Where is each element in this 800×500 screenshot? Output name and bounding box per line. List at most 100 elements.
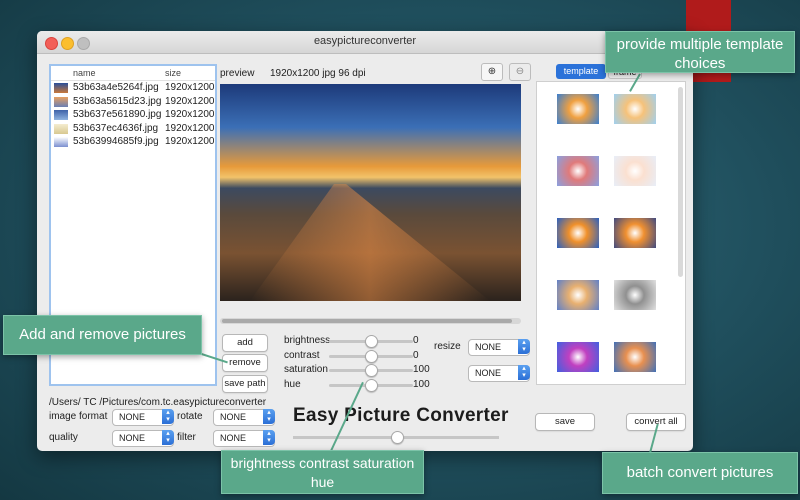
zoom-in-button[interactable]: ⊕ — [481, 63, 503, 81]
preview-label: preview — [220, 68, 255, 79]
template-thumbnail[interactable] — [557, 156, 599, 186]
contrast-label: contrast — [284, 350, 320, 361]
zoom-out-icon: ⊖ — [515, 66, 525, 77]
window-title: easypictureconverter — [313, 35, 417, 47]
slider-knob[interactable] — [365, 335, 378, 348]
app-title-text: Easy Picture Converter — [293, 405, 509, 426]
template-thumbnail[interactable] — [614, 218, 656, 248]
file-row[interactable]: 53b63a5615d23.jpg 1920x1200 — [51, 95, 215, 109]
slider-knob[interactable] — [365, 379, 378, 392]
contrast-slider[interactable] — [329, 349, 413, 363]
callout-adjust: brightness contrast saturation hue — [221, 450, 424, 494]
saturation-value: 100 — [413, 364, 430, 375]
file-row[interactable]: 53b637e561890.jpg 1920x1200 — [51, 108, 215, 122]
save-button[interactable]: save — [535, 413, 595, 431]
tab-template[interactable]: template — [556, 64, 606, 79]
callout-add-remove: Add and remove pictures — [3, 315, 202, 355]
add-button[interactable]: add — [222, 334, 268, 352]
file-row[interactable]: 53b637ec4636f.jpg 1920x1200 — [51, 122, 215, 136]
rotate-value: NONE — [220, 412, 247, 422]
dropdown-arrows-icon: ▴ ▾ — [162, 409, 174, 424]
image-format-label: image format — [49, 411, 108, 422]
filter-select[interactable]: NONE ▴ ▾ — [213, 430, 275, 447]
preview-scrollbar[interactable] — [220, 318, 521, 324]
remove-button[interactable]: remove — [222, 354, 268, 372]
preview-pier-shape — [250, 184, 490, 301]
template-scrollbar[interactable] — [678, 87, 683, 277]
template-thumbnail[interactable] — [557, 280, 599, 310]
hue-slider[interactable] — [329, 378, 413, 392]
template-thumbnail[interactable] — [614, 280, 656, 310]
callout-templates: provide multiple template choices — [605, 31, 795, 73]
filter-value: NONE — [220, 433, 247, 443]
image-thumbnail — [54, 137, 68, 147]
progress-knob[interactable] — [391, 431, 404, 444]
image-thumbnail — [54, 123, 68, 134]
file-name: 53b637ec4636f.jpg — [73, 122, 159, 134]
resize-mode-value: NONE — [475, 368, 502, 378]
file-row[interactable]: 53b63a4e5264f.jpg 1920x1200 — [51, 81, 215, 95]
zoom-out-button[interactable]: ⊖ — [509, 63, 531, 81]
file-row[interactable]: 53b63994685f9.jpg 1920x1200 — [51, 135, 215, 149]
quality-label: quality — [49, 432, 78, 443]
dropdown-arrows-icon: ▴ ▾ — [518, 365, 530, 380]
dropdown-arrows-icon: ▴ ▾ — [518, 339, 530, 354]
rotate-select[interactable]: NONE ▴ ▾ — [213, 409, 275, 426]
contrast-value: 0 — [413, 350, 419, 361]
file-size: 1920x1200 — [165, 82, 215, 93]
filter-label: filter — [177, 432, 196, 443]
saturation-slider[interactable] — [329, 363, 413, 377]
template-thumbnail[interactable] — [557, 94, 599, 124]
resize-select[interactable]: NONE ▴ ▾ — [468, 339, 530, 356]
file-name: 53b63a4e5264f.jpg — [73, 82, 159, 93]
file-size: 1920x1200 — [165, 109, 215, 120]
dropdown-arrows-icon: ▴ ▾ — [162, 430, 174, 445]
template-thumbnail[interactable] — [614, 94, 656, 124]
resize-value: NONE — [475, 342, 502, 352]
output-path: /Users/ TC /Pictures/com.tc.easypicturec… — [49, 397, 267, 408]
template-thumbnail[interactable] — [614, 342, 656, 372]
resize-label: resize — [434, 341, 461, 352]
hue-value: 100 — [413, 379, 430, 390]
image-format-value: NONE — [119, 412, 146, 422]
dropdown-arrows-icon: ▴ ▾ — [263, 409, 275, 424]
callout-batch: batch convert pictures — [602, 452, 798, 494]
save-path-button[interactable]: save path — [222, 375, 268, 393]
saturation-label: saturation — [284, 364, 328, 375]
rotate-label: rotate — [177, 411, 203, 422]
hue-label: hue — [284, 379, 301, 390]
image-thumbnail — [54, 83, 68, 93]
slider-knob[interactable] — [365, 364, 378, 377]
file-size: 1920x1200 — [165, 122, 215, 134]
brightness-value: 0 — [413, 335, 419, 346]
image-preview — [220, 84, 521, 301]
template-thumbnail[interactable] — [557, 218, 599, 248]
resize-mode-select[interactable]: NONE ▴ ▾ — [468, 365, 530, 382]
file-size: 1920x1200 — [165, 136, 215, 147]
brightness-label: brightness — [284, 335, 331, 346]
template-gallery[interactable] — [536, 81, 686, 385]
template-thumbnail[interactable] — [557, 342, 599, 372]
image-info: 1920x1200 jpg 96 dpi — [270, 68, 366, 79]
app-window: easypictureconverter name size 53b63a4e5… — [37, 31, 693, 451]
column-header-name[interactable]: name — [73, 68, 96, 78]
file-name: 53b637e561890.jpg — [73, 109, 162, 120]
image-format-select[interactable]: NONE ▴ ▾ — [112, 409, 174, 426]
image-thumbnail — [54, 96, 68, 107]
quality-select[interactable]: NONE ▴ ▾ — [112, 430, 174, 447]
title-bar: easypictureconverter — [37, 31, 693, 54]
slider-knob[interactable] — [365, 350, 378, 363]
quality-value: NONE — [119, 433, 146, 443]
progress-slider[interactable] — [293, 431, 499, 444]
dropdown-arrows-icon: ▴ ▾ — [263, 430, 275, 445]
file-name: 53b63a5615d23.jpg — [73, 95, 162, 107]
file-list-header: name size — [51, 66, 215, 81]
scrollbar-thumb[interactable] — [222, 319, 512, 323]
zoom-in-icon: ⊕ — [487, 66, 497, 77]
brightness-slider[interactable] — [329, 334, 413, 348]
image-thumbnail — [54, 110, 68, 120]
template-thumbnail[interactable] — [614, 156, 656, 186]
column-header-size[interactable]: size — [165, 68, 181, 78]
file-name: 53b63994685f9.jpg — [73, 136, 159, 147]
file-size: 1920x1200 — [165, 95, 215, 107]
